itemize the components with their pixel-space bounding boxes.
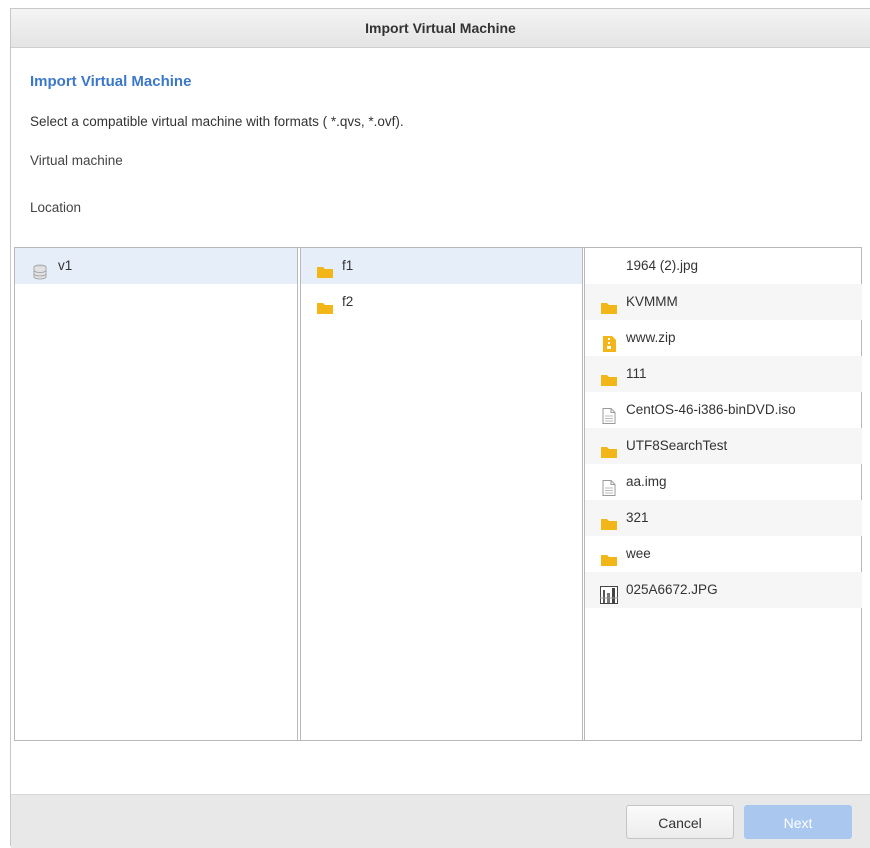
list-item-folder[interactable]: KVMMM	[585, 284, 862, 320]
import-vm-dialog: Import Virtual Machine Import Virtual Ma…	[10, 8, 870, 848]
list-item-folder[interactable]: 111	[585, 356, 862, 392]
file-browser: v1 f1 f2 1964 (2).jpg KVMMM www.zip 111 …	[14, 247, 862, 741]
list-item-file[interactable]: 025A6672.JPG	[585, 572, 862, 608]
list-item-file[interactable]: www.zip	[585, 320, 862, 356]
list-item-folder[interactable]: UTF8SearchTest	[585, 428, 862, 464]
folder-icon	[316, 294, 334, 314]
list-item-label: v1	[58, 258, 73, 273]
list-item-file[interactable]: CentOS-46-i386-binDVD.iso	[585, 392, 862, 428]
list-item-f2[interactable]: f2	[301, 284, 582, 320]
cancel-button[interactable]: Cancel	[626, 805, 734, 839]
list-item-file[interactable]: 1964 (2).jpg	[585, 248, 862, 284]
list-item-label: UTF8SearchTest	[626, 438, 728, 453]
browser-column-files[interactable]: 1964 (2).jpg KVMMM www.zip 111 CentOS-46…	[584, 248, 862, 740]
list-item-label: KVMMM	[626, 294, 678, 309]
folder-icon	[600, 366, 618, 386]
list-item-label: www.zip	[626, 330, 676, 345]
list-item-label: CentOS-46-i386-binDVD.iso	[626, 402, 796, 417]
description-text: Select a compatible virtual machine with…	[30, 114, 404, 129]
list-item-v1[interactable]: v1	[15, 248, 297, 284]
list-item-label: 111	[626, 366, 647, 381]
browser-column-folders[interactable]: f1 f2	[300, 248, 583, 740]
virtual-machine-label: Virtual machine	[30, 153, 123, 168]
list-item-label: aa.img	[626, 474, 667, 489]
file-icon	[600, 474, 618, 496]
list-item-label: f1	[342, 258, 354, 273]
next-button[interactable]: Next	[744, 805, 852, 839]
dialog-title: Import Virtual Machine	[11, 9, 870, 48]
list-item-folder[interactable]: 321	[585, 500, 862, 536]
folder-icon	[600, 510, 618, 530]
storage-icon	[32, 258, 50, 280]
list-item-label: wee	[626, 546, 651, 561]
list-item-label: 321	[626, 510, 649, 525]
list-item-folder[interactable]: wee	[585, 536, 862, 572]
folder-icon	[600, 546, 618, 566]
list-item-file[interactable]: aa.img	[585, 464, 862, 500]
dialog-footer: Cancel Next	[11, 794, 870, 848]
folder-icon	[600, 438, 618, 458]
folder-icon	[316, 258, 334, 278]
image-thumbnail-icon	[600, 582, 618, 604]
list-item-label: 1964 (2).jpg	[626, 258, 699, 273]
list-item-label: 025A6672.JPG	[626, 582, 718, 597]
file-icon	[600, 402, 618, 424]
browser-column-volumes[interactable]: v1	[15, 248, 298, 740]
list-item-f1[interactable]: f1	[301, 248, 582, 284]
zip-icon	[600, 330, 618, 352]
page-heading: Import Virtual Machine	[30, 73, 192, 90]
list-item-label: f2	[342, 294, 354, 309]
location-label: Location	[30, 200, 82, 215]
folder-icon	[600, 294, 618, 314]
